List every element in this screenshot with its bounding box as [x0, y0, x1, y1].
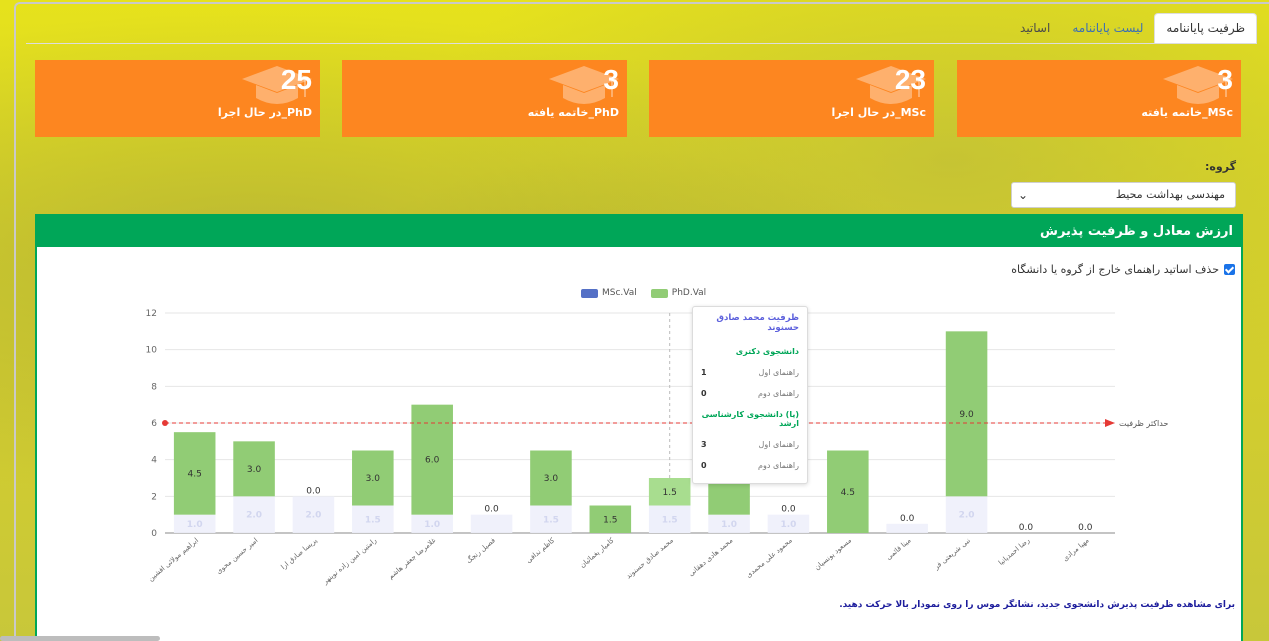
tab-professors[interactable]: اساتید [1009, 14, 1061, 43]
x-tick-label: محمود علی محمدی [745, 536, 794, 579]
bar-msc [886, 523, 928, 533]
x-tick-label: محمد هادی دهقانی [687, 536, 735, 578]
chart-footnote: برای مشاهده ظرفیت پذیرش دانشجوی جدید، نش… [839, 600, 1235, 610]
stat-msc-running: 23 MSc_در حال اجرا [649, 60, 934, 137]
group-select[interactable]: مهندسی بهداشت محیط ⌄ [1011, 182, 1236, 208]
bar-label-phd: 4.5 [188, 469, 202, 479]
bar-label-phd: 6.0 [425, 456, 440, 466]
bar-label-msc: 1.0 [187, 520, 203, 530]
x-tick-label: فصیل رنجگ [464, 536, 497, 566]
x-tick-label: کامیار یغمائیان [578, 536, 616, 569]
bar-label-msc: 1.0 [780, 520, 796, 530]
bar-label-phd: 1.5 [663, 488, 677, 498]
tooltip-row: راهنمای اول 1 [701, 368, 799, 377]
x-tick-label: رامتین امین زاده نوینهر [321, 536, 378, 586]
y-tick-label: 6 [151, 419, 157, 429]
bar-label-msc: 1.0 [721, 520, 737, 530]
bar-label-phd: 3.0 [544, 474, 559, 484]
capacity-arrow-icon [1105, 419, 1115, 427]
bar-label-phd: 0.0 [484, 505, 499, 515]
capacity-line-label: حداکثر ظرفیت [1119, 419, 1168, 428]
y-tick-label: 8 [151, 382, 157, 392]
panel-title: ارزش معادل و ظرفیت پذیرش [37, 216, 1241, 247]
x-tick-label: رضا احمدیانیا [997, 536, 1031, 567]
tooltip-row-value: 0 [701, 461, 707, 470]
tab-thesis-list[interactable]: لیست پایاننامه [1061, 14, 1154, 43]
bar-label-phd: 1.5 [603, 515, 617, 525]
tooltip-row-value: 3 [701, 440, 707, 449]
bar-label-phd: 0.0 [900, 514, 915, 524]
bar-label-phd: 0.0 [1078, 523, 1093, 533]
bar-label-phd: 0.0 [781, 505, 796, 515]
bar-label-phd: 4.5 [841, 488, 855, 498]
stat-phd-running: 25 PhD_در حال اجرا [35, 60, 320, 137]
tooltip-row-value: 0 [701, 389, 707, 398]
y-tick-label: 4 [151, 456, 157, 466]
capacity-chart[interactable]: 0246810121.04.5ابراهیم مولائی افشین2.03.… [37, 247, 1241, 607]
stat-msc-finished: 3 MSc_خاتمه یافته [957, 60, 1241, 137]
bar-label-msc: 2.0 [246, 511, 262, 521]
tooltip-row: راهنمای دوم 0 [701, 461, 799, 470]
bar-label-phd: 0.0 [1019, 523, 1034, 533]
group-selected-value: مهندسی بهداشت محیط [1115, 188, 1225, 201]
group-label: گروه: [1205, 160, 1236, 173]
capacity-panel: ارزش معادل و ظرفیت پذیرش حذف اساتید راهن… [35, 214, 1243, 641]
horizontal-scrollbar[interactable] [0, 636, 160, 641]
capacity-line-start [162, 420, 168, 426]
chart-tooltip: ظرفیت محمد صادق حسنوند دانشجوی دکتری راه… [692, 306, 808, 484]
bar-label-msc: 2.0 [305, 511, 321, 521]
x-tick-label: مسعود یونسیان [813, 536, 853, 572]
tooltip-section-title: دانشجوی دکتری [735, 347, 799, 356]
y-tick-label: 2 [151, 492, 157, 502]
bar-label-msc: 1.5 [365, 515, 381, 525]
x-tick-label: مینا قائمی [885, 536, 913, 561]
y-tick-label: 12 [146, 309, 157, 319]
x-tick-label: کاظم ندافی [525, 536, 557, 565]
x-tick-label: مهیا مرادی [1061, 536, 1091, 563]
stat-value: 25 [280, 64, 312, 95]
stat-label: MSc_در حال اجرا [831, 106, 926, 119]
y-tick-label: 10 [146, 346, 158, 356]
bar-label-msc: 1.5 [662, 515, 678, 525]
stat-value: 3 [603, 64, 619, 95]
stat-label: PhD_در حال اجرا [217, 106, 312, 119]
tooltip-row-value: 1 [701, 368, 707, 377]
x-tick-label: پریسا صادق ارا [280, 536, 319, 571]
x-tick-label: امیر حسین محوی [215, 536, 260, 575]
tooltip-row-label: راهنمای اول [758, 440, 799, 449]
x-tick-label: ابراهیم مولائی افشین [147, 536, 200, 582]
tab-thesis-capacity[interactable]: ظرفیت پایاننامه [1154, 13, 1257, 43]
stat-value: 3 [1217, 64, 1233, 95]
bar-msc [470, 514, 513, 533]
chevron-down-icon: ⌄ [1018, 188, 1029, 202]
stat-value: 23 [894, 64, 926, 95]
bar-label-msc: 1.5 [543, 515, 559, 525]
x-tick-label: نبی شریعتی فر [932, 536, 972, 571]
tooltip-title: ظرفیت محمد صادق حسنوند [716, 313, 799, 333]
stat-label: PhD_خاتمه یافته [527, 106, 619, 119]
tab-bar: ظرفیت پایاننامه لیست پایاننامه اساتید [26, 13, 1257, 44]
x-tick-label: غلامرضا جعفر هاشم [387, 536, 438, 581]
x-tick-label: محمد صادق حسنوند [625, 536, 676, 580]
bar-label-msc: 2.0 [959, 511, 975, 521]
tooltip-row-label: راهنمای دوم [758, 461, 799, 470]
tooltip-row: راهنمای دوم 0 [701, 389, 799, 398]
stat-phd-finished: 3 PhD_خاتمه یافته [342, 60, 627, 137]
tooltip-row-label: راهنمای اول [758, 368, 799, 377]
bar-label-phd: 3.0 [366, 474, 381, 484]
stat-label: MSc_خاتمه یافته [1141, 106, 1233, 119]
bar-label-phd: 3.0 [247, 465, 262, 475]
tooltip-row-label: راهنمای دوم [758, 389, 799, 398]
tooltip-row: راهنمای اول 3 [701, 440, 799, 449]
bar-label-phd: 9.0 [959, 410, 974, 420]
y-tick-label: 0 [151, 529, 157, 539]
bar-label-phd: 0.0 [306, 486, 321, 496]
tooltip-section-title: (یا) دانشجوی کارشناسی ارشد [701, 410, 799, 428]
bar-label-msc: 1.0 [424, 520, 440, 530]
